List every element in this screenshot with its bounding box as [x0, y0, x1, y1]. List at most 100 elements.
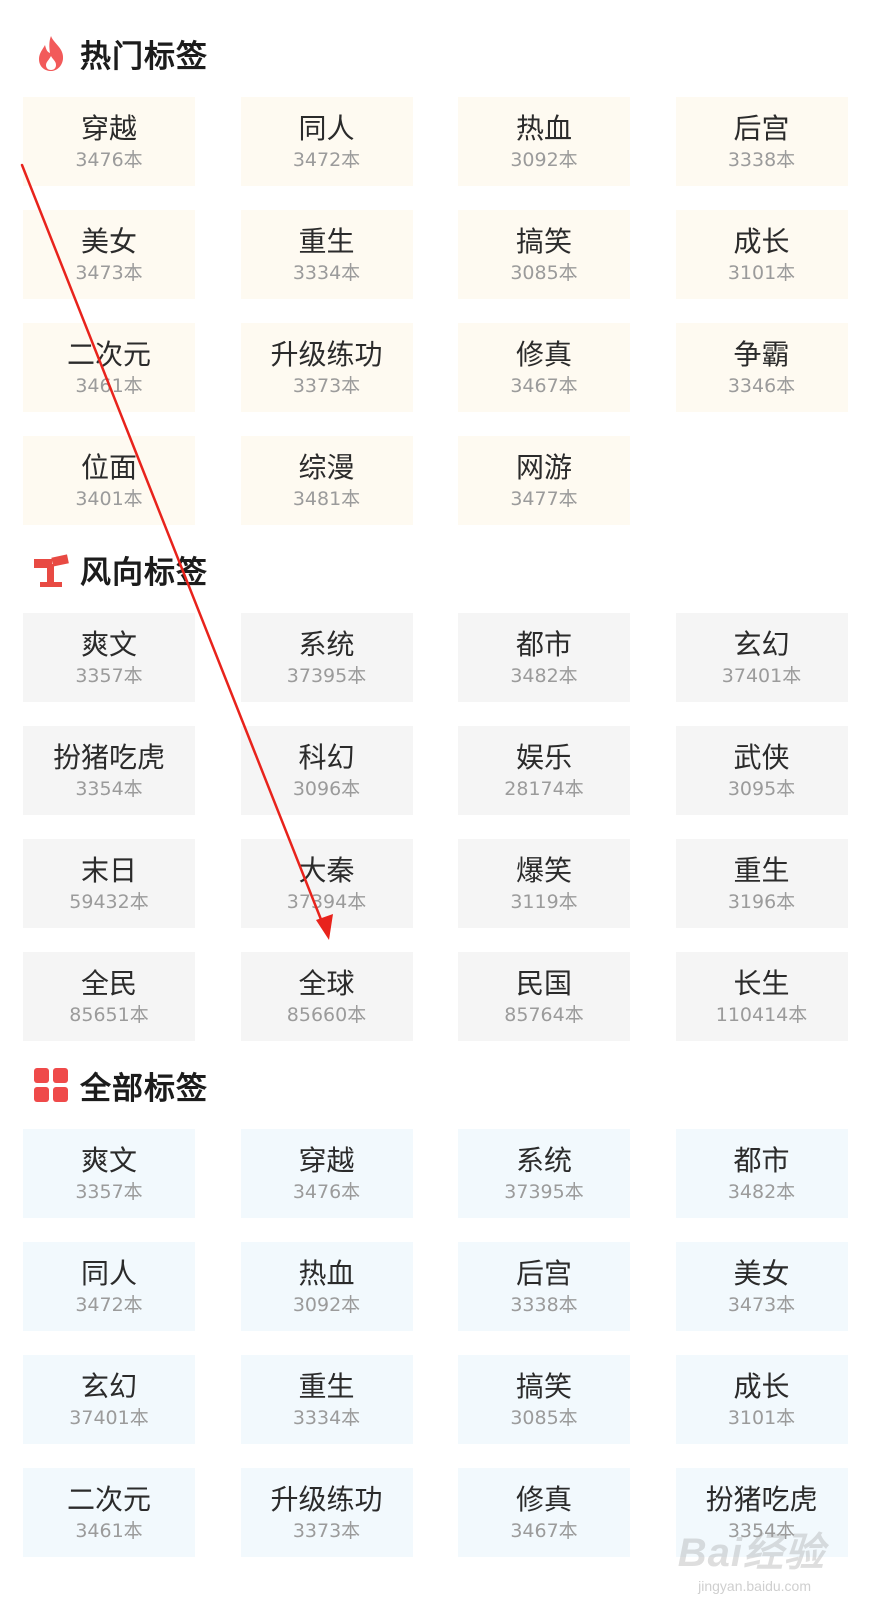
hot-tag-item[interactable]: 热血 3092本 [458, 97, 630, 186]
all-tag-item[interactable]: 升级练功 3373本 [240, 1468, 413, 1557]
hot-tag-item[interactable]: 综漫 3481本 [240, 436, 413, 525]
all-tag-item[interactable]: 都市 3482本 [675, 1129, 848, 1218]
all-tag-item[interactable]: 重生 3334本 [240, 1355, 413, 1444]
hot-tag-item[interactable]: 后宫 3338本 [675, 97, 848, 186]
tag-count: 3338本 [510, 1293, 578, 1316]
tag-count: 3196本 [727, 890, 796, 913]
trend-tag-item[interactable]: 科幻 3096本 [240, 726, 413, 815]
trend-tag-item[interactable]: 长生 110414本 [675, 952, 848, 1041]
section-title-hot: 热门标签 [80, 38, 208, 75]
section-header-all: 全部标签 [32, 1065, 208, 1107]
hot-tag-item[interactable]: 争霸 3346本 [675, 323, 848, 412]
tag-name: 后宫 [733, 111, 790, 145]
all-tag-item[interactable]: 爽文 3357本 [23, 1129, 195, 1218]
tag-count: 3092本 [510, 148, 578, 171]
tag-count: 3373本 [292, 1519, 361, 1542]
hot-tag-item[interactable]: 网游 3477本 [458, 436, 630, 525]
section-title-all: 全部标签 [80, 1070, 208, 1107]
tag-count: 37395本 [286, 664, 367, 687]
trend-tag-item[interactable]: 重生 3196本 [675, 839, 848, 928]
all-tag-item[interactable]: 穿越 3476本 [240, 1129, 413, 1218]
tag-name: 系统 [515, 1143, 572, 1177]
hot-tag-item[interactable]: 升级练功 3373本 [240, 323, 413, 412]
trend-tag-item[interactable]: 大秦 37394本 [240, 839, 413, 928]
trend-tag-item[interactable]: 扮猪吃虎 3354本 [23, 726, 195, 815]
tag-name: 重生 [298, 1369, 355, 1403]
tag-name: 爽文 [80, 627, 137, 661]
tag-name: 热血 [298, 1256, 355, 1290]
hot-tag-item[interactable]: 修真 3467本 [458, 323, 630, 412]
tag-name: 争霸 [733, 337, 790, 371]
tag-name: 末日 [80, 853, 137, 887]
tag-name: 科幻 [298, 740, 355, 774]
hot-tag-item[interactable]: 同人 3472本 [240, 97, 413, 186]
section-title-trend: 风向标签 [80, 554, 208, 591]
trend-tag-item[interactable]: 系统 37395本 [240, 613, 413, 702]
hot-tag-item[interactable]: 重生 3334本 [240, 210, 413, 299]
hot-tag-item[interactable]: 位面 3401本 [23, 436, 195, 525]
trend-tag-item[interactable]: 武侠 3095本 [675, 726, 848, 815]
hot-tag-item[interactable]: 成长 3101本 [675, 210, 848, 299]
trend-tag-item[interactable]: 都市 3482本 [458, 613, 630, 702]
tag-name: 修真 [515, 337, 572, 371]
trend-tag-item[interactable]: 全球 85660本 [240, 952, 413, 1041]
hot-tag-item[interactable]: 二次元 3461本 [23, 323, 195, 412]
hot-tag-item[interactable]: 美女 3473本 [23, 210, 195, 299]
trend-tag-item[interactable]: 爽文 3357本 [23, 613, 195, 702]
tag-count: 3472本 [75, 1293, 143, 1316]
tag-name: 重生 [733, 853, 790, 887]
all-tag-item[interactable]: 成长 3101本 [675, 1355, 848, 1444]
trend-tag-item[interactable]: 玄幻 37401本 [675, 613, 848, 702]
tag-name: 民国 [515, 966, 572, 1000]
tag-name: 二次元 [66, 337, 151, 371]
all-tag-item[interactable]: 搞笑 3085本 [458, 1355, 630, 1444]
all-tag-item[interactable]: 二次元 3461本 [23, 1468, 195, 1557]
tag-count: 3482本 [727, 1180, 796, 1203]
all-tag-item[interactable]: 后宫 3338本 [458, 1242, 630, 1331]
tag-name: 玄幻 [733, 627, 790, 661]
tag-name: 后宫 [515, 1256, 572, 1290]
all-tag-item[interactable]: 玄幻 37401本 [23, 1355, 195, 1444]
tag-count: 37394本 [286, 890, 367, 913]
trend-tag-item[interactable]: 爆笑 3119本 [458, 839, 630, 928]
tag-name: 成长 [733, 1369, 790, 1403]
tag-count: 3346本 [727, 374, 796, 397]
tag-name: 同人 [298, 111, 355, 145]
all-tag-item[interactable]: 修真 3467本 [458, 1468, 630, 1557]
trend-tag-item[interactable]: 娱乐 28174本 [458, 726, 630, 815]
tag-count: 3476本 [75, 148, 143, 171]
hot-tag-grid: 穿越 3476本 同人 3472本 热血 3092本 后宫 3338本美女 3473本 重生 333… [23, 97, 848, 525]
tag-count: 3357本 [75, 664, 143, 687]
tag-name: 全球 [298, 966, 355, 1000]
hot-tag-item[interactable]: 搞笑 3085本 [458, 210, 630, 299]
tag-count: 3481本 [292, 487, 361, 510]
tag-name: 都市 [515, 627, 572, 661]
tag-count: 3085本 [510, 261, 578, 284]
hot-tag-item[interactable]: 穿越 3476本 [23, 97, 195, 186]
tag-name: 全民 [80, 966, 137, 1000]
tag-name: 玄幻 [80, 1369, 137, 1403]
tag-name: 美女 [80, 224, 137, 258]
tag-name: 搞笑 [515, 224, 572, 258]
tag-count: 3467本 [510, 1519, 578, 1542]
signpost-icon [34, 554, 69, 587]
tag-name: 穿越 [80, 111, 137, 145]
all-tag-item[interactable]: 热血 3092本 [240, 1242, 413, 1331]
tag-count: 3338本 [727, 148, 796, 171]
tag-count: 3373本 [292, 374, 361, 397]
tag-count: 28174本 [504, 777, 584, 800]
tag-count: 3101本 [727, 261, 796, 284]
tag-name: 扮猪吃虎 [52, 740, 165, 774]
tag-count: 59432本 [69, 890, 149, 913]
tag-name: 热血 [515, 111, 572, 145]
all-tag-grid: 爽文 3357本 穿越 3476本 系统 37395本 都市 3482本 同人 3472本 热血 30… [23, 1129, 848, 1557]
tag-count: 3461本 [75, 374, 143, 397]
trend-tag-item[interactable]: 全民 85651本 [23, 952, 195, 1041]
tag-count: 3119本 [510, 890, 578, 913]
all-tag-item[interactable]: 系统 37395本 [458, 1129, 630, 1218]
trend-tag-item[interactable]: 民国 85764本 [458, 952, 630, 1041]
all-tag-item[interactable]: 同人 3472本 [23, 1242, 195, 1331]
trend-tag-item[interactable]: 末日 59432本 [23, 839, 195, 928]
tag-count: 3085本 [510, 1406, 578, 1429]
all-tag-item[interactable]: 美女 3473本 [675, 1242, 848, 1331]
